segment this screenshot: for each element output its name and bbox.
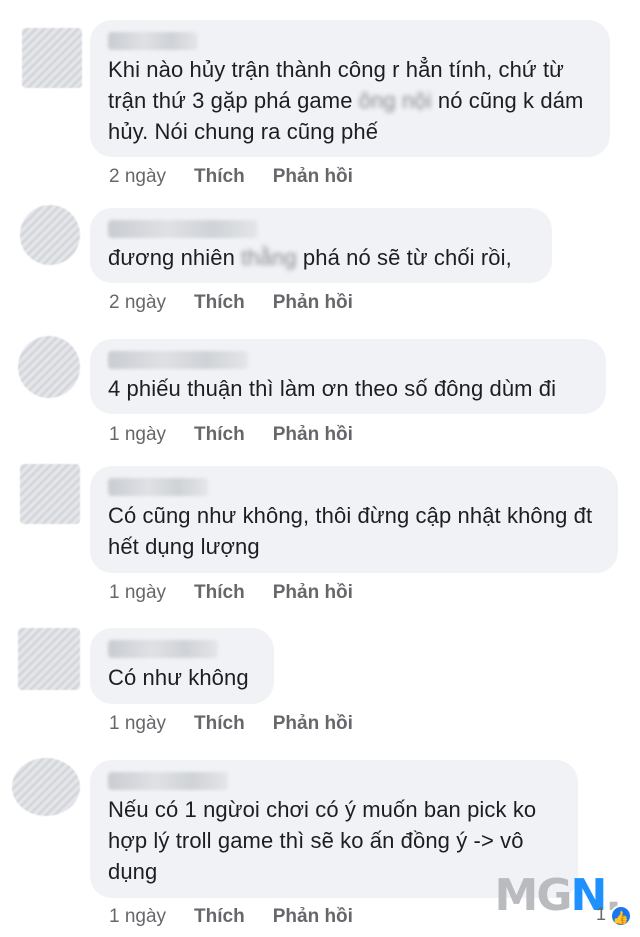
reply-button[interactable]: Phản hồi — [273, 424, 353, 446]
comment-bubble[interactable]: đương nhiên thằng phá nó sẽ từ chối rồi, — [90, 208, 552, 283]
reply-button[interactable]: Phản hồi — [273, 582, 353, 604]
like-button[interactable]: Thích — [194, 292, 245, 314]
comment-text: Có cũng như không, thôi đừng cập nhật kh… — [108, 503, 593, 559]
like-button[interactable]: Thích — [194, 424, 245, 446]
comment-actions: 1 ngày Thích Phản hồi — [109, 906, 353, 928]
comment-actions: 1 ngày Thích Phản hồi — [109, 424, 353, 446]
like-icon[interactable]: 👍 — [610, 905, 632, 927]
reply-button[interactable]: Phản hồi — [273, 713, 353, 735]
comment-bubble[interactable]: 4 phiếu thuận thì làm ơn theo số đông dù… — [90, 339, 606, 414]
comment-text: đương nhiên thằng phá nó sẽ từ chối rồi, — [108, 245, 512, 270]
like-button[interactable]: Thích — [194, 906, 245, 928]
avatar[interactable] — [20, 464, 80, 524]
comment-text: 4 phiếu thuận thì làm ơn theo số đông dù… — [108, 376, 557, 401]
comment-text: Có như không — [108, 665, 249, 690]
comment-actions: 2 ngày Thích Phản hồi — [109, 292, 353, 314]
comment-text: Khi nào hủy trận thành công r hẳn tính, … — [108, 57, 584, 144]
comment-bubble[interactable]: Khi nào hủy trận thành công r hẳn tính, … — [90, 20, 610, 157]
like-button[interactable]: Thích — [194, 713, 245, 735]
timestamp[interactable]: 2 ngày — [109, 166, 166, 188]
author-name-blurred[interactable] — [108, 640, 218, 658]
author-name-blurred[interactable] — [108, 478, 208, 496]
comment-actions: 1 ngày Thích Phản hồi — [109, 582, 353, 604]
reply-button[interactable]: Phản hồi — [273, 166, 353, 188]
avatar[interactable] — [12, 758, 80, 816]
reply-button[interactable]: Phản hồi — [273, 906, 353, 928]
author-name-blurred[interactable] — [108, 220, 258, 238]
avatar[interactable] — [18, 628, 80, 690]
author-name-blurred[interactable] — [108, 772, 228, 790]
author-name-blurred[interactable] — [108, 32, 198, 50]
avatar[interactable] — [20, 205, 80, 265]
timestamp[interactable]: 1 ngày — [109, 906, 166, 928]
author-name-blurred[interactable] — [108, 351, 248, 369]
comment-text: Nếu có 1 ngừoi chơi có ý muốn ban pick k… — [108, 797, 537, 884]
timestamp[interactable]: 1 ngày — [109, 713, 166, 735]
timestamp[interactable]: 1 ngày — [109, 582, 166, 604]
comment-bubble[interactable]: Có cũng như không, thôi đừng cập nhật kh… — [90, 466, 618, 573]
reaction-count[interactable]: 1 — [596, 904, 606, 925]
avatar[interactable] — [18, 336, 80, 398]
like-button[interactable]: Thích — [194, 582, 245, 604]
comment-actions: 1 ngày Thích Phản hồi — [109, 713, 353, 735]
reply-button[interactable]: Phản hồi — [273, 292, 353, 314]
timestamp[interactable]: 1 ngày — [109, 424, 166, 446]
comment-bubble[interactable]: Có như không — [90, 628, 274, 704]
like-button[interactable]: Thích — [194, 166, 245, 188]
avatar[interactable] — [22, 28, 82, 88]
timestamp[interactable]: 2 ngày — [109, 292, 166, 314]
comment-actions: 2 ngày Thích Phản hồi — [109, 166, 353, 188]
